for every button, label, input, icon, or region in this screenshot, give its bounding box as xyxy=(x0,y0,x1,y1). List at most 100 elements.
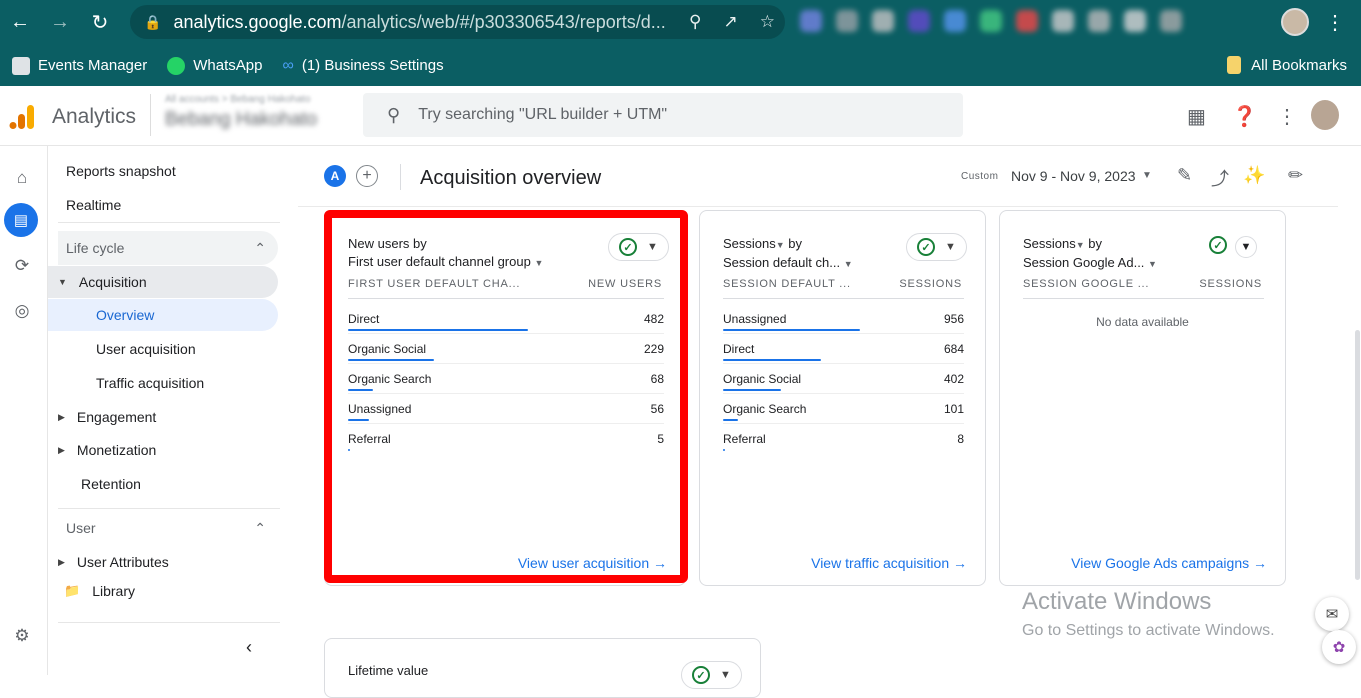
bookmark-whatsapp[interactable]: WhatsApp xyxy=(167,56,263,75)
sidebar-section-user[interactable]: User ⌃ xyxy=(58,511,278,545)
page-title: Acquisition overview xyxy=(420,167,602,189)
sidebar-label: Retention xyxy=(81,476,141,492)
table-row[interactable]: Referral 8 xyxy=(723,424,964,454)
sidebar-item-retention[interactable]: Retention xyxy=(48,468,278,500)
dimension-selector[interactable]: Session default ch... xyxy=(723,255,840,270)
sidebar-item-overview[interactable]: Overview xyxy=(48,299,278,331)
extension-icon[interactable] xyxy=(908,10,930,32)
folder-icon: 📁 xyxy=(64,583,81,598)
table-row[interactable]: Organic Search 101 xyxy=(723,394,964,424)
arrow-right-icon: → xyxy=(1253,555,1267,571)
customize-report-icon[interactable]: ✏ xyxy=(1288,165,1303,186)
sidebar-item-user-attributes[interactable]: ▶ User Attributes xyxy=(48,546,278,578)
sidebar-item-acquisition[interactable]: ▼ Acquisition xyxy=(48,266,278,298)
check-circle-icon[interactable]: ✓ xyxy=(1209,236,1227,254)
share-icon[interactable]: ⤴ xyxy=(1211,165,1229,191)
dropdown-icon[interactable]: ▼ xyxy=(776,240,785,250)
bookmark-business-settings[interactable]: ∞ (1) Business Settings xyxy=(282,57,443,75)
assistant-icon[interactable]: ✿ xyxy=(1322,630,1356,664)
table-row[interactable]: Unassigned 56 xyxy=(348,394,664,424)
sidebar-section-lifecycle[interactable]: Life cycle ⌃ xyxy=(58,231,278,265)
extension-icon[interactable] xyxy=(944,10,966,32)
all-bookmarks[interactable]: All Bookmarks xyxy=(1227,56,1347,74)
extension-icon[interactable] xyxy=(1088,10,1110,32)
dropdown-icon[interactable]: ▼ xyxy=(1148,259,1157,269)
browser-profile-avatar[interactable] xyxy=(1281,8,1309,36)
address-bar[interactable]: 🔒 analytics.google.com/analytics/web/#/p… xyxy=(130,5,785,39)
extension-icon[interactable] xyxy=(836,10,858,32)
extension-icon[interactable] xyxy=(980,10,1002,32)
row-label: Direct xyxy=(348,312,380,326)
extension-icon[interactable] xyxy=(872,10,894,32)
sidebar-item-monetization[interactable]: ▶ Monetization xyxy=(48,434,278,466)
reload-icon[interactable]: ↻ xyxy=(80,3,120,43)
filter-icon[interactable]: ▼ xyxy=(1235,236,1257,258)
sidebar-item-user-acquisition[interactable]: User acquisition xyxy=(48,333,278,365)
table-row[interactable]: Direct 482 xyxy=(348,304,664,334)
dimension-selector[interactable]: Session Google Ad... xyxy=(1023,255,1144,270)
dropdown-icon[interactable]: ▼ xyxy=(534,258,543,268)
bookmark-label: WhatsApp xyxy=(193,57,263,74)
home-icon[interactable]: ⌂ xyxy=(10,166,34,190)
insights-icon[interactable]: ✨ xyxy=(1243,165,1265,186)
sidebar-item-library[interactable]: 📁 Library xyxy=(48,575,278,607)
zoom-icon[interactable]: ⚲ xyxy=(689,12,701,32)
dropdown-icon[interactable]: ▼ xyxy=(1076,240,1085,250)
share-icon[interactable]: ↗ xyxy=(724,12,738,32)
table-row[interactable]: Organic Social 229 xyxy=(348,334,664,364)
explore-icon[interactable]: ⟳ xyxy=(10,254,34,278)
table-row[interactable]: Organic Search 68 xyxy=(348,364,664,394)
arrow-right-icon: → xyxy=(653,555,667,571)
link-label: View Google Ads campaigns xyxy=(1071,555,1250,571)
extension-icon[interactable] xyxy=(1052,10,1074,32)
sidebar-item-engagement[interactable]: ▶ Engagement xyxy=(48,401,278,433)
view-user-acquisition-link[interactable]: View user acquisition → xyxy=(518,555,667,571)
search-input[interactable]: ⚲ Try searching "URL builder + UTM" xyxy=(363,93,963,137)
view-traffic-acquisition-link[interactable]: View traffic acquisition → xyxy=(811,555,967,571)
advertising-icon[interactable]: ◎ xyxy=(10,299,34,323)
dimension-selector[interactable]: First user default channel group xyxy=(348,254,531,269)
data-quality-pill[interactable]: ✓ ▼ xyxy=(906,233,967,261)
sidebar-item-traffic-acquisition[interactable]: Traffic acquisition xyxy=(48,367,278,399)
more-vert-icon[interactable]: ⋮ xyxy=(1277,104,1297,129)
chevron-down-icon[interactable]: ▼ xyxy=(1142,170,1152,181)
metric-selector[interactable]: Sessions xyxy=(723,236,776,251)
activate-windows-subtitle: Go to Settings to activate Windows. xyxy=(1022,622,1275,639)
table-row[interactable]: Unassigned 956 xyxy=(723,304,964,334)
all-bookmarks-label: All Bookmarks xyxy=(1251,56,1347,74)
edit-comparisons-icon[interactable]: ✎ xyxy=(1177,165,1192,186)
bookmark-events-manager[interactable]: Events Manager xyxy=(12,56,147,75)
apps-grid-icon[interactable]: ▦ xyxy=(1187,104,1206,129)
collapse-sidebar-icon[interactable]: ‹ xyxy=(246,637,252,658)
back-icon[interactable]: ← xyxy=(0,3,40,43)
data-quality-pill[interactable]: ✓ ▼ xyxy=(608,233,669,261)
table-row[interactable]: Referral 5 xyxy=(348,424,664,454)
add-comparison-icon[interactable]: + xyxy=(356,165,378,187)
feedback-icon[interactable]: ✉ xyxy=(1315,597,1349,631)
sidebar-item-realtime[interactable]: Realtime xyxy=(66,197,121,213)
date-range-picker[interactable]: Nov 9 - Nov 9, 2023 xyxy=(1011,168,1136,184)
account-selector[interactable]: All accounts > Bebang Hakohato Bebang Ha… xyxy=(150,94,350,136)
metric-selector[interactable]: Sessions xyxy=(1023,236,1076,251)
scrollbar[interactable] xyxy=(1355,330,1360,580)
avatar[interactable] xyxy=(1311,100,1339,130)
data-quality-pill[interactable]: ✓ ▼ xyxy=(681,661,742,689)
browser-menu-icon[interactable]: ⋮ xyxy=(1325,10,1345,35)
extension-icon[interactable] xyxy=(1016,10,1038,32)
help-icon[interactable]: ❓ xyxy=(1232,104,1257,129)
comparison-badge[interactable]: A xyxy=(324,165,346,187)
sidebar-item-reports-snapshot[interactable]: Reports snapshot xyxy=(66,163,176,179)
table-row[interactable]: Direct 684 xyxy=(723,334,964,364)
forward-icon[interactable]: → xyxy=(40,3,80,43)
star-icon[interactable]: ☆ xyxy=(760,12,775,32)
table-row[interactable]: Organic Social 402 xyxy=(723,364,964,394)
row-value: 956 xyxy=(943,312,964,326)
view-google-ads-link[interactable]: View Google Ads campaigns → xyxy=(1071,555,1267,571)
extension-icon[interactable] xyxy=(800,10,822,32)
extension-icon[interactable] xyxy=(1124,10,1146,32)
extension-icon[interactable] xyxy=(1160,10,1182,32)
reports-icon[interactable]: ▤ xyxy=(4,203,38,237)
settings-gear-icon[interactable]: ⚙ xyxy=(10,624,34,648)
property-name: Bebang Hakohato xyxy=(165,109,318,130)
dropdown-icon[interactable]: ▼ xyxy=(844,259,853,269)
